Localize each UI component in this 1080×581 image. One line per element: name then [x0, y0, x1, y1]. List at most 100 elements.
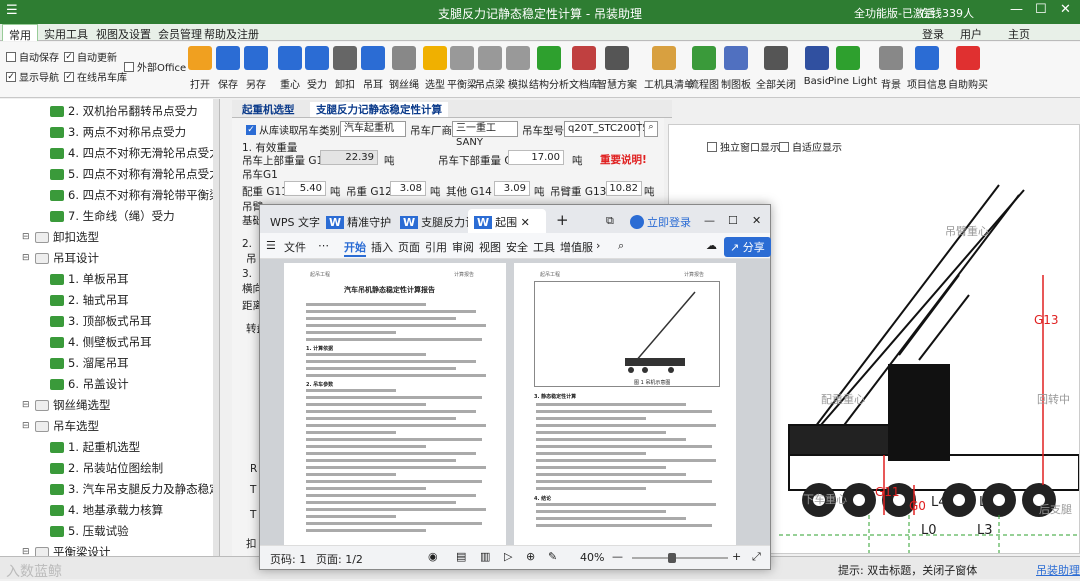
window-layout-icon[interactable]: ⧉ — [600, 209, 620, 233]
self-purchase-button[interactable]: 自助购买 — [948, 46, 988, 91]
search-icon[interactable]: ⌕ — [618, 239, 624, 253]
tree-item[interactable]: 3. 汽车吊支腿反力及静态稳定 — [50, 481, 219, 497]
tree-item[interactable]: 1. 单板吊耳 — [50, 271, 129, 287]
maximize-button[interactable]: ☐ — [1035, 2, 1047, 17]
tree-item[interactable]: ⊟ 钢丝绳选型 — [22, 397, 111, 413]
tree-item[interactable]: 4. 地基承载力核算 — [50, 502, 163, 518]
tree-item[interactable]: ⊟ 吊耳设计 — [22, 250, 99, 266]
external-office-checkbox[interactable]: 外部Office — [124, 59, 186, 74]
tool-list-button[interactable]: 工机具清单 — [644, 46, 694, 91]
smart-plan-button[interactable]: 智慧方案 — [597, 46, 637, 91]
search-icon[interactable]: ⌕ — [644, 121, 658, 137]
drawing-board-button[interactable]: 制图板 — [716, 46, 756, 91]
theme-pine-light-button[interactable]: Pine Light — [828, 46, 877, 87]
crane-type-select[interactable]: 汽车起重机 — [340, 121, 406, 137]
wps-maximize-button[interactable]: ☐ — [722, 209, 744, 233]
from-lib-checkbox[interactable]: ✓ 从库读取 — [246, 122, 299, 137]
chevron-right-icon[interactable]: › — [596, 239, 600, 252]
wps-menu-home[interactable]: 开始 — [344, 239, 366, 257]
background-button[interactable]: 背景 — [871, 46, 911, 91]
wps-menu-insert[interactable]: 插入 — [371, 239, 393, 255]
close-button[interactable]: ✕ — [1060, 2, 1071, 17]
wps-menu-reference[interactable]: 引用 — [425, 239, 447, 255]
login-link[interactable]: 登录 — [922, 26, 944, 42]
tree-item[interactable]: 7. 生命线（绳）受力 — [50, 208, 175, 224]
auto-save-checkbox[interactable]: 自动保存 — [6, 49, 59, 64]
wps-menu-view[interactable]: 视图 — [479, 239, 501, 255]
globe-icon[interactable]: ⊕ — [526, 550, 535, 563]
more-icon[interactable]: ⋯ — [318, 239, 329, 252]
model-select[interactable]: q20T_STC200T5 — [564, 121, 649, 137]
wps-close-button[interactable]: ✕ — [746, 209, 767, 233]
tree-item[interactable]: 2. 轴式吊耳 — [50, 292, 129, 308]
share-button[interactable]: ↗ 分享 — [724, 237, 771, 257]
expand-toggle-icon[interactable]: ⊟ — [22, 421, 31, 431]
auto-update-checkbox[interactable]: ✓ 自动更新 — [64, 49, 117, 64]
tree-item[interactable]: 6. 四点不对称有滑轮带平衡梁吊 — [50, 187, 219, 203]
eye-icon[interactable]: ◉ — [428, 550, 438, 563]
counterweight-field[interactable]: 5.40 — [284, 181, 326, 196]
zoom-slider-thumb[interactable] — [668, 553, 676, 563]
boom-weight-field[interactable]: 10.82 — [606, 181, 642, 196]
tree-scrollbar[interactable] — [213, 99, 219, 579]
wps-minimize-button[interactable]: — — [698, 209, 721, 233]
upper-weight-field[interactable]: 22.39 — [320, 150, 378, 165]
important-note-link[interactable]: 重要说明! — [600, 152, 647, 167]
tree-item[interactable]: 3. 顶部板式吊耳 — [50, 313, 152, 329]
user-link[interactable]: 用户 — [960, 26, 982, 42]
wps-menu-review[interactable]: 审阅 — [452, 239, 474, 255]
wps-menu-tools[interactable]: 工具 — [533, 239, 555, 255]
wps-menu-file[interactable]: 文件 — [284, 239, 306, 255]
auto-fit-checkbox[interactable]: 自适应显示 — [779, 139, 842, 154]
tab-help[interactable]: 帮助及注册 — [204, 26, 259, 42]
page-view-icon[interactable]: ▤ — [456, 550, 466, 563]
wps-doc-tab-active[interactable]: W 起围 ✕ — [468, 209, 546, 233]
tab-member[interactable]: 会员管理 — [158, 26, 202, 42]
wps-menu-security[interactable]: 安全 — [506, 239, 528, 255]
tab-common[interactable]: 常用 — [2, 24, 38, 42]
tree-item[interactable]: 5. 四点不对称有滑轮吊点受力 — [50, 166, 219, 182]
expand-toggle-icon[interactable]: ⊟ — [22, 232, 31, 242]
show-nav-checkbox[interactable]: ✓ 显示导航 — [6, 69, 59, 84]
zoom-out-button[interactable]: — — [612, 550, 623, 563]
play-icon[interactable]: ▷ — [504, 550, 512, 563]
maker-select[interactable]: 三一重工SANY — [452, 121, 518, 148]
edit-icon[interactable]: ✎ — [548, 550, 557, 563]
zoom-in-button[interactable]: + — [732, 550, 741, 563]
tree-item[interactable]: 5. 压载试验 — [50, 523, 129, 539]
wps-home-tab[interactable]: WPS 文字 — [264, 209, 326, 233]
wps-doc-tab-1[interactable]: W 精准守护 — [320, 209, 397, 233]
expand-toggle-icon[interactable]: ⊟ — [22, 400, 31, 410]
help-link[interactable]: 吊装助理 — [1036, 562, 1080, 578]
home-link[interactable]: 主页 — [1008, 26, 1030, 42]
wps-menu-vas[interactable]: 增值服 — [560, 239, 593, 255]
cloud-icon[interactable]: ☁ — [706, 239, 717, 252]
tree-item[interactable]: 5. 溜尾吊耳 — [50, 355, 129, 371]
tree-item[interactable]: 2. 双机抬吊翻转吊点受力 — [50, 103, 198, 119]
online-crane-lib-checkbox[interactable]: ✓ 在线吊车库 — [64, 69, 127, 84]
wps-login[interactable]: 立即登录 — [624, 209, 697, 233]
tab-view[interactable]: 视图及设置 — [96, 26, 151, 42]
hook-weight-field[interactable]: 3.08 — [390, 181, 426, 196]
tree-item[interactable]: 6. 吊盖设计 — [50, 376, 129, 392]
tree-item[interactable]: 4. 四点不对称无滑轮吊点受力 — [50, 145, 219, 161]
tree-item[interactable]: 2. 吊装站位图绘制 — [50, 460, 163, 476]
structure-analysis-button[interactable]: 结构分析 — [529, 46, 569, 91]
hamburger-icon[interactable]: ☰ — [266, 239, 276, 252]
wps-menu-page[interactable]: 页面 — [398, 239, 420, 255]
other-weight-field[interactable]: 3.09 — [494, 181, 530, 196]
lower-weight-field[interactable]: 17.00 — [508, 150, 564, 165]
project-info-button[interactable]: 项目信息 — [907, 46, 947, 91]
tree-item[interactable]: ⊟ 卸扣选型 — [22, 229, 99, 245]
tree-item[interactable]: 3. 两点不对称吊点受力 — [50, 124, 186, 140]
new-tab-button[interactable]: + — [550, 209, 575, 233]
standalone-window-checkbox[interactable]: 独立窗口显示 — [707, 139, 780, 154]
tree-item[interactable]: ⊟ 吊车选型 — [22, 418, 99, 434]
tree-item[interactable]: 1. 起重机选型 — [50, 439, 140, 455]
tab-tools[interactable]: 实用工具 — [44, 26, 88, 42]
web-view-icon[interactable]: ▥ — [480, 550, 490, 563]
tree-item[interactable]: 4. 侧壁板式吊耳 — [50, 334, 152, 350]
expand-toggle-icon[interactable]: ⊟ — [22, 253, 31, 263]
zoom-slider[interactable] — [632, 553, 728, 563]
fullscreen-icon[interactable]: ⤢ — [752, 550, 761, 564]
